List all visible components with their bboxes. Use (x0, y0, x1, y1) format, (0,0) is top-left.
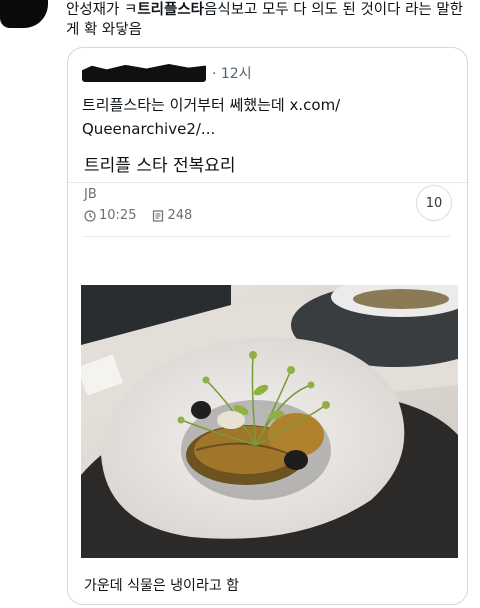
post-views: 248 (167, 208, 193, 223)
tweet-text-bold: 트리플스타 (137, 2, 205, 18)
quote-header: · 12시 (82, 64, 252, 82)
comment-count-button[interactable]: 10 (416, 185, 452, 221)
post-time: 10:25 (99, 208, 137, 223)
tweet-text-before: 안성재가 ㅋ (66, 2, 138, 18)
post-meta: 10:25 248 (84, 208, 192, 223)
quote-timestamp: · 12시 (212, 66, 252, 82)
post-author: JB (84, 187, 97, 202)
avatar[interactable] (0, 0, 48, 28)
divider (68, 182, 467, 183)
comment-count: 10 (425, 195, 443, 211)
post-title: 트리플 스타 전복요리 (84, 156, 236, 176)
quoted-tweet-card[interactable]: · 12시 트리플스타는 이거부터 쎄했는데 x.com/ Queenarchi… (67, 47, 468, 605)
document-icon (153, 209, 164, 222)
divider (84, 236, 450, 237)
abalone-dish-photo[interactable] (81, 285, 458, 558)
quote-text: 트리플스타는 이거부터 쎄했는데 x.com/ Queenarchive2/..… (82, 96, 341, 138)
post-caption: 가운데 식물은 냉이라고 함 (84, 578, 240, 594)
clock-icon (84, 209, 96, 222)
redacted-username (82, 64, 206, 82)
tweet-text: 안성재가 ㅋ트리플스타음식보고 모두 다 의도 된 것이다 라는 말한게 확 와… (66, 0, 476, 40)
